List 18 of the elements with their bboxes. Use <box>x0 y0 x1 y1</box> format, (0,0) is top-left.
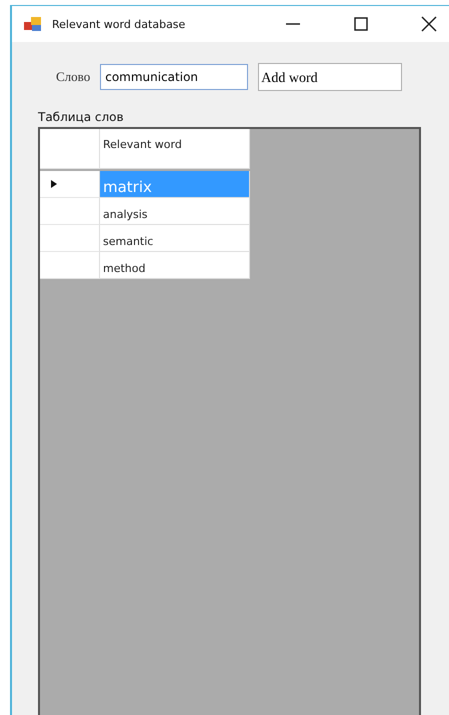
minimize-icon <box>285 23 301 25</box>
close-icon <box>421 16 437 32</box>
word-cell[interactable]: analysis <box>100 198 250 225</box>
maximize-icon <box>353 16 369 32</box>
word-cell[interactable]: semantic <box>100 225 250 252</box>
column-header[interactable]: Relevant word <box>100 129 250 169</box>
word-input[interactable]: communication <box>100 64 248 90</box>
app-icon <box>24 16 42 32</box>
word-label: Слово <box>56 69 90 85</box>
corner-header-cell <box>40 129 100 169</box>
row-header-cell[interactable] <box>40 225 100 252</box>
table-caption: Таблица слов <box>38 110 125 124</box>
window-title: Relevant word database <box>52 18 186 30</box>
row-header-cell[interactable] <box>40 252 100 279</box>
add-word-button[interactable]: Add word <box>258 63 402 91</box>
row-header-cell[interactable] <box>40 198 100 225</box>
row-header-cell[interactable] <box>40 171 100 198</box>
word-cell[interactable]: method <box>100 252 250 279</box>
